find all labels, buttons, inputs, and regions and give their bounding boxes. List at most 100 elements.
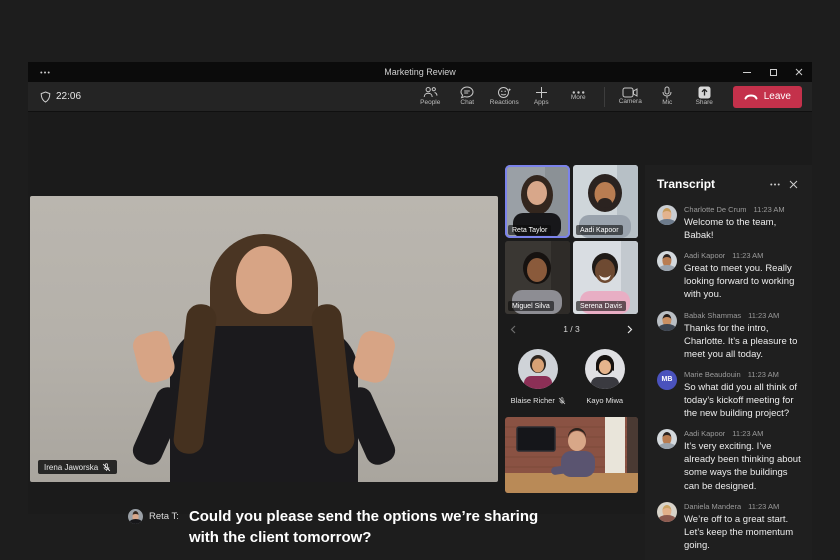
reactions-button-label: Reactions [490, 100, 519, 107]
mic-icon [662, 86, 672, 99]
minimize-button[interactable] [734, 62, 760, 82]
chevron-left-icon [510, 325, 516, 334]
tile-name-label: Aadi Kapoor [576, 225, 623, 235]
desktop-background: Marketing Review 22:06 People [0, 0, 840, 560]
meeting-timer: 22:06 [40, 91, 81, 103]
video-frame [505, 417, 638, 493]
message-author: Marie Beaudouin [684, 370, 741, 379]
gallery-pagination: 1 / 3 [505, 321, 638, 337]
more-button[interactable]: More [560, 82, 597, 112]
camera-button[interactable]: Camera [612, 82, 649, 112]
transcript-message: Aadi Kapoor 11:23 AM Great to meet you. R… [657, 251, 802, 301]
main-speaker-name: Irena Jaworska [44, 463, 98, 472]
share-button[interactable]: Share [686, 82, 723, 112]
message-author: Charlotte De Crum [684, 205, 747, 214]
title-bar: Marketing Review [28, 62, 812, 82]
window-title: Marketing Review [28, 67, 812, 77]
message-time: 11:23 AM [732, 251, 763, 260]
minimize-icon [743, 72, 751, 73]
meeting-toolbar: 22:06 People Chat Reactions Apps More [28, 82, 812, 112]
message-author: Aadi Kapoor [684, 251, 725, 260]
message-time: 11:23 AM [748, 502, 779, 511]
avatar [657, 205, 677, 225]
avatar [657, 311, 677, 331]
chat-button[interactable]: Chat [449, 82, 486, 112]
previous-page-button[interactable] [505, 321, 521, 337]
participant-name: Blaise Richer [511, 396, 555, 405]
chat-button-label: Chat [460, 100, 474, 107]
close-icon [795, 68, 803, 76]
mic-off-icon [558, 397, 566, 405]
phone-hangup-icon [744, 93, 758, 100]
close-button[interactable] [786, 62, 812, 82]
message-text: We’re off to a great start. Let’s keep t… [684, 513, 802, 552]
transcript-header: Transcript [645, 165, 812, 201]
close-icon [789, 180, 798, 189]
transcript-message: Aadi Kapoor11:23 AM It’s very exciting. … [657, 429, 802, 492]
video-tile-aadi-kapoor[interactable]: Aadi Kapoor [573, 165, 638, 238]
meeting-timer-value: 22:06 [56, 91, 81, 102]
meeting-stage: Irena Jaworska Reta T: Could you please … [28, 112, 812, 514]
leave-button[interactable]: Leave [733, 86, 802, 108]
transcript-close-button[interactable] [784, 175, 802, 193]
tile-name-label: Reta Taylor [508, 225, 551, 235]
avatar [657, 502, 677, 522]
maximize-button[interactable] [760, 62, 786, 82]
teams-meeting-window: Marketing Review 22:06 People [28, 62, 812, 514]
message-text: Thanks for the intro, Charlotte. It’s a … [684, 322, 802, 361]
transcript-panel: Transcript Charlotte De Crum11:23 AM Wel… [645, 165, 812, 560]
caption-text: Could you please send the options we’re … [189, 506, 564, 548]
main-speaker-nametag: Irena Jaworska [38, 460, 117, 474]
message-author: Daniela Mandera [684, 502, 741, 511]
shield-icon [40, 91, 51, 103]
caption-speaker-avatar [128, 509, 143, 524]
avatar [585, 349, 625, 389]
tile-name-label: Miguel Silva [508, 301, 554, 311]
video-tile-meeting-room[interactable] [505, 417, 638, 493]
transcript-message: Daniela Mandera 11:23 AM We’re off to a g… [657, 502, 802, 552]
avatar [657, 251, 677, 271]
transcript-message: Babak Shammas11:23 AM Thanks for the int… [657, 311, 802, 361]
ellipsis-icon [40, 71, 50, 74]
reactions-button[interactable]: Reactions [486, 82, 523, 112]
message-text: Great to meet you. Really looking forwar… [684, 262, 802, 301]
avatar [518, 349, 558, 389]
participant-name: Kayo Miwa [586, 396, 623, 405]
avatar [657, 429, 677, 449]
live-caption: Reta T: Could you please send the option… [128, 506, 588, 548]
toolbar-divider [604, 87, 605, 107]
video-tile-grid: Reta Taylor Aadi Kapoor Miguel Silva Ser… [505, 165, 638, 314]
window-menu-button[interactable] [28, 71, 62, 74]
avatar-initials: MB [657, 370, 677, 390]
camera-icon [622, 87, 638, 98]
people-icon [423, 86, 438, 99]
video-tile-reta-taylor[interactable]: Reta Taylor [505, 165, 570, 238]
tile-name-label: Serena Davis [576, 301, 626, 311]
message-time: 11:23 AM [748, 370, 779, 379]
transcript-message: Charlotte De Crum11:23 AM Welcome to the… [657, 205, 802, 242]
message-text: So what did you all think of today’s kic… [684, 381, 802, 420]
transcript-more-button[interactable] [766, 175, 784, 193]
more-button-label: More [571, 95, 586, 102]
participant-blaise-richer[interactable]: Blaise Richer [505, 349, 572, 405]
transcript-message-list[interactable]: Charlotte De Crum11:23 AM Welcome to the… [645, 201, 812, 560]
page-indicator: 1 / 3 [521, 324, 622, 334]
mic-button-label: Mic [662, 100, 672, 107]
main-video-tile[interactable]: Irena Jaworska [30, 196, 498, 482]
chevron-right-icon [627, 325, 633, 334]
people-button-label: People [420, 100, 440, 107]
message-author: Aadi Kapoor [684, 429, 725, 438]
leave-button-label: Leave [764, 91, 791, 102]
apps-button[interactable]: Apps [523, 82, 560, 112]
window-controls [734, 62, 812, 82]
people-button[interactable]: People [412, 82, 449, 112]
next-page-button[interactable] [622, 321, 638, 337]
video-tile-miguel-silva[interactable]: Miguel Silva [505, 241, 570, 314]
signer-illustration [154, 234, 374, 482]
transcript-message: MB Marie Beaudouin 11:23 AM So what did y… [657, 370, 802, 420]
message-time: 11:23 AM [732, 429, 763, 438]
mic-button[interactable]: Mic [649, 82, 686, 112]
participant-kayo-miwa[interactable]: Kayo Miwa [572, 349, 639, 405]
video-tile-serena-davis[interactable]: Serena Davis [573, 241, 638, 314]
more-icon [770, 183, 780, 186]
